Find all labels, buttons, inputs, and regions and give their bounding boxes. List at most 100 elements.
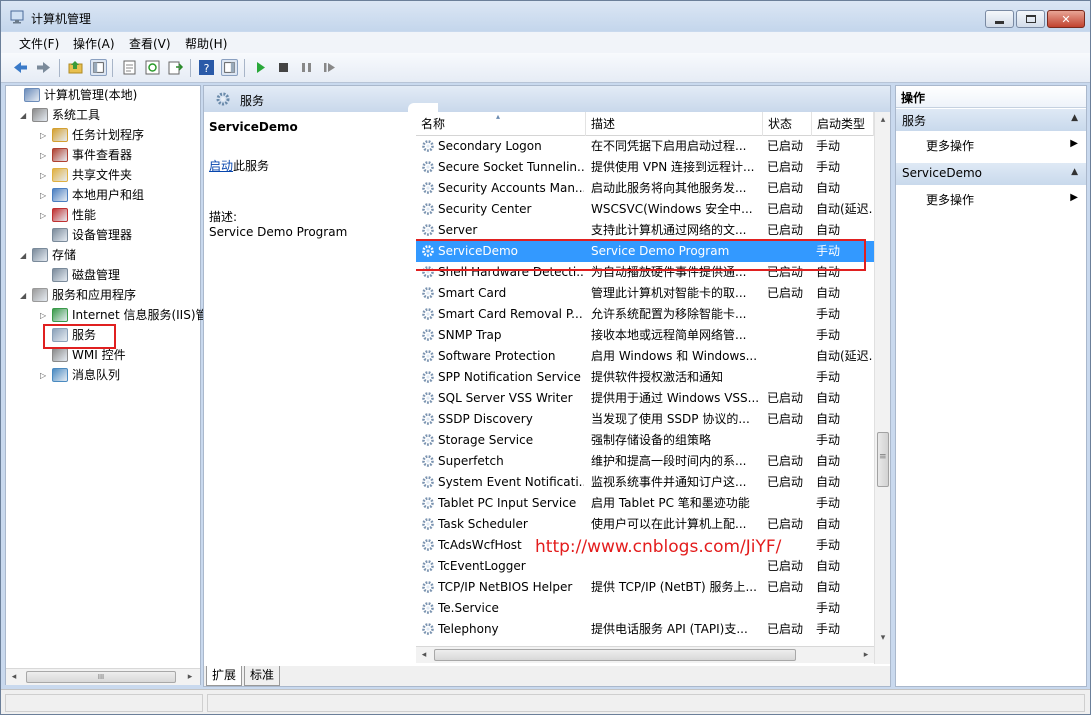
column-header-status[interactable]: 状态 [763, 112, 812, 136]
tab-extended[interactable]: 扩展 [206, 666, 243, 686]
scroll-left-icon[interactable]: ◂ [416, 647, 432, 663]
tree-item[interactable]: ▷ Internet 信息服务(IIS)管 [6, 306, 208, 325]
collapse-arrow-icon[interactable]: ◢ [20, 106, 30, 125]
column-header-name[interactable]: 名称 ▴ [416, 112, 586, 136]
column-header-description[interactable]: 描述 [586, 112, 763, 136]
service-name: TcEventLogger [438, 559, 526, 573]
service-row[interactable]: TCP/IP NetBIOS Helper 提供 TCP/IP (NetBT) 服… [416, 577, 874, 598]
service-name: Tablet PC Input Service [438, 496, 577, 510]
close-button[interactable]: ✕ [1047, 10, 1085, 28]
message-queue-icon [52, 368, 68, 382]
tree-scroll-thumb[interactable]: III [26, 671, 176, 683]
collapse-arrow-icon[interactable]: ◢ [20, 246, 30, 265]
services-scroll-thumb[interactable]: ≡ [877, 432, 889, 487]
scroll-up-icon[interactable]: ▴ [875, 112, 890, 128]
menu-action[interactable]: 操作(A) [73, 35, 115, 52]
start-service-suffix: 此服务 [233, 159, 270, 173]
refresh-icon[interactable] [144, 59, 161, 76]
service-row[interactable]: Superfetch 维护和提高一段时间内的系... 已启动 自动 [416, 451, 874, 472]
start-service-link[interactable]: 启动 [209, 159, 233, 173]
scroll-left-icon[interactable]: ◂ [6, 669, 22, 685]
collapse-arrow-icon[interactable]: ◢ [20, 286, 30, 305]
properties-icon[interactable] [121, 59, 138, 76]
expand-arrow-icon[interactable]: ▷ [40, 306, 50, 325]
service-row[interactable]: SSDP Discovery 当发现了使用 SSDP 协议的... 已启动 自动 [416, 409, 874, 430]
service-gear-icon [422, 497, 434, 509]
service-row[interactable]: Te.Service 手动 [416, 598, 874, 619]
start-service-icon[interactable] [252, 59, 269, 76]
collapse-icon[interactable]: ▲ [1071, 167, 1078, 177]
service-row[interactable]: Telephony 提供电话服务 API (TAPI)支... 已启动 手动 [416, 619, 874, 640]
show-hide-action-pane-icon[interactable] [221, 59, 238, 76]
minimize-button[interactable] [985, 10, 1014, 28]
service-row[interactable]: Storage Service 强制存储设备的组策略 手动 [416, 430, 874, 451]
maximize-button[interactable] [1016, 10, 1045, 28]
service-row[interactable]: SPP Notification Service 提供软件授权激活和通知 手动 [416, 367, 874, 388]
service-row[interactable]: Server 支持此计算机通过网络的文... 已启动 自动 [416, 220, 874, 241]
tree-item[interactable]: ◢ 存储 [6, 246, 198, 265]
service-row[interactable]: SQL Server VSS Writer 提供用于通过 Windows VSS.… [416, 388, 874, 409]
forward-icon[interactable] [35, 59, 52, 76]
service-row[interactable]: Smart Card 管理此计算机对智能卡的取... 已启动 自动 [416, 283, 874, 304]
up-folder-icon[interactable] [67, 59, 84, 76]
tree-item[interactable]: ▷ 任务计划程序 [6, 126, 198, 145]
submenu-arrow-icon: ▶ [1070, 138, 1078, 149]
tree-horizontal-scrollbar[interactable]: ◂ III ▸ [6, 668, 200, 685]
column-header-startup-type[interactable]: 启动类型 [812, 112, 874, 136]
restart-service-icon[interactable] [321, 59, 338, 76]
expand-arrow-icon[interactable]: ▷ [40, 146, 50, 165]
service-gear-icon [422, 539, 434, 551]
scroll-down-icon[interactable]: ▾ [875, 630, 890, 646]
tree-item[interactable]: ▷ 共享文件夹 [6, 166, 198, 185]
service-row[interactable]: SNMP Trap 接收本地或远程简单网络管... 手动 [416, 325, 874, 346]
service-row[interactable]: Software Protection 启用 Windows 和 Windows.… [416, 346, 874, 367]
expand-arrow-icon[interactable]: ▷ [40, 126, 50, 145]
service-row[interactable]: Task Scheduler 使用户可以在此计算机上配... 已启动 自动 [416, 514, 874, 535]
service-row[interactable]: Smart Card Removal P... 允许系统配置为移除智能卡... 手动 [416, 304, 874, 325]
show-hide-tree-icon[interactable] [90, 59, 107, 76]
actions-section-services[interactable]: 服务 ▲ [896, 109, 1086, 131]
pause-service-icon[interactable] [298, 59, 315, 76]
tree-item[interactable]: 计算机管理(本地) [6, 86, 198, 105]
collapse-icon[interactable]: ▲ [1071, 113, 1078, 123]
services-vertical-scrollbar[interactable]: ▴ ≡ ▾ [874, 112, 890, 664]
services-horizontal-scrollbar[interactable]: ◂ ▸ [416, 646, 874, 663]
service-row[interactable]: TcEventLogger 已启动 自动 [416, 556, 874, 577]
menu-help[interactable]: 帮助(H) [185, 35, 227, 52]
stop-service-icon[interactable] [275, 59, 292, 76]
scroll-right-icon[interactable]: ▸ [858, 647, 874, 663]
help-icon[interactable]: ? [198, 59, 215, 76]
service-row[interactable]: System Event Notificati... 监视系统事件并通知订户这..… [416, 472, 874, 493]
action-more-actions[interactable]: 更多操作 [926, 137, 974, 154]
tree-item[interactable]: ◢ 服务和应用程序 [6, 286, 198, 305]
tree-item[interactable]: ▷ 消息队列 [6, 366, 198, 385]
service-startup-type: 自动(延迟... [816, 349, 872, 363]
scroll-right-icon[interactable]: ▸ [182, 669, 198, 685]
service-gear-icon [422, 602, 434, 614]
back-icon[interactable] [12, 59, 29, 76]
tree-item[interactable]: ▷ 本地用户和组 [6, 186, 198, 205]
export-list-icon[interactable] [167, 59, 184, 76]
tab-standard[interactable]: 标准 [244, 666, 281, 686]
tree-item[interactable]: ◢ 系统工具 [6, 106, 198, 125]
tree-item[interactable]: ▷ 事件查看器 [6, 146, 198, 165]
actions-section-servicedemo[interactable]: ServiceDemo ▲ [896, 163, 1086, 185]
tree-item[interactable]: ▷ 性能 [6, 206, 198, 225]
menu-file[interactable]: 文件(F) [19, 35, 59, 52]
service-name: Telephony [438, 622, 499, 636]
service-row[interactable]: Tablet PC Input Service 启用 Tablet PC 笔和墨迹… [416, 493, 874, 514]
services-hscroll-thumb[interactable] [434, 649, 796, 661]
service-row[interactable]: Security Center WSCSVC(Windows 安全中... 已启动自… [416, 199, 874, 220]
service-row[interactable]: Secure Socket Tunnelin... 提供使用 VPN 连接到远程计… [416, 157, 874, 178]
expand-arrow-icon[interactable]: ▷ [40, 166, 50, 185]
service-row[interactable]: Security Accounts Man... 启动此服务将向其他服务发... 已… [416, 178, 874, 199]
expand-arrow-icon[interactable]: ▷ [40, 186, 50, 205]
menu-view[interactable]: 查看(V) [129, 35, 171, 52]
tree-item[interactable]: 磁盘管理 [6, 266, 198, 285]
expand-arrow-icon[interactable]: ▷ [40, 206, 50, 225]
action-more-actions[interactable]: 更多操作 [926, 191, 974, 208]
service-startup-type: 手动 [816, 307, 841, 321]
service-row[interactable]: Secondary Logon 在不同凭据下启用启动过程... 已启动 手动 [416, 136, 874, 157]
tree-item[interactable]: 设备管理器 [6, 226, 198, 245]
expand-arrow-icon[interactable]: ▷ [40, 366, 50, 385]
